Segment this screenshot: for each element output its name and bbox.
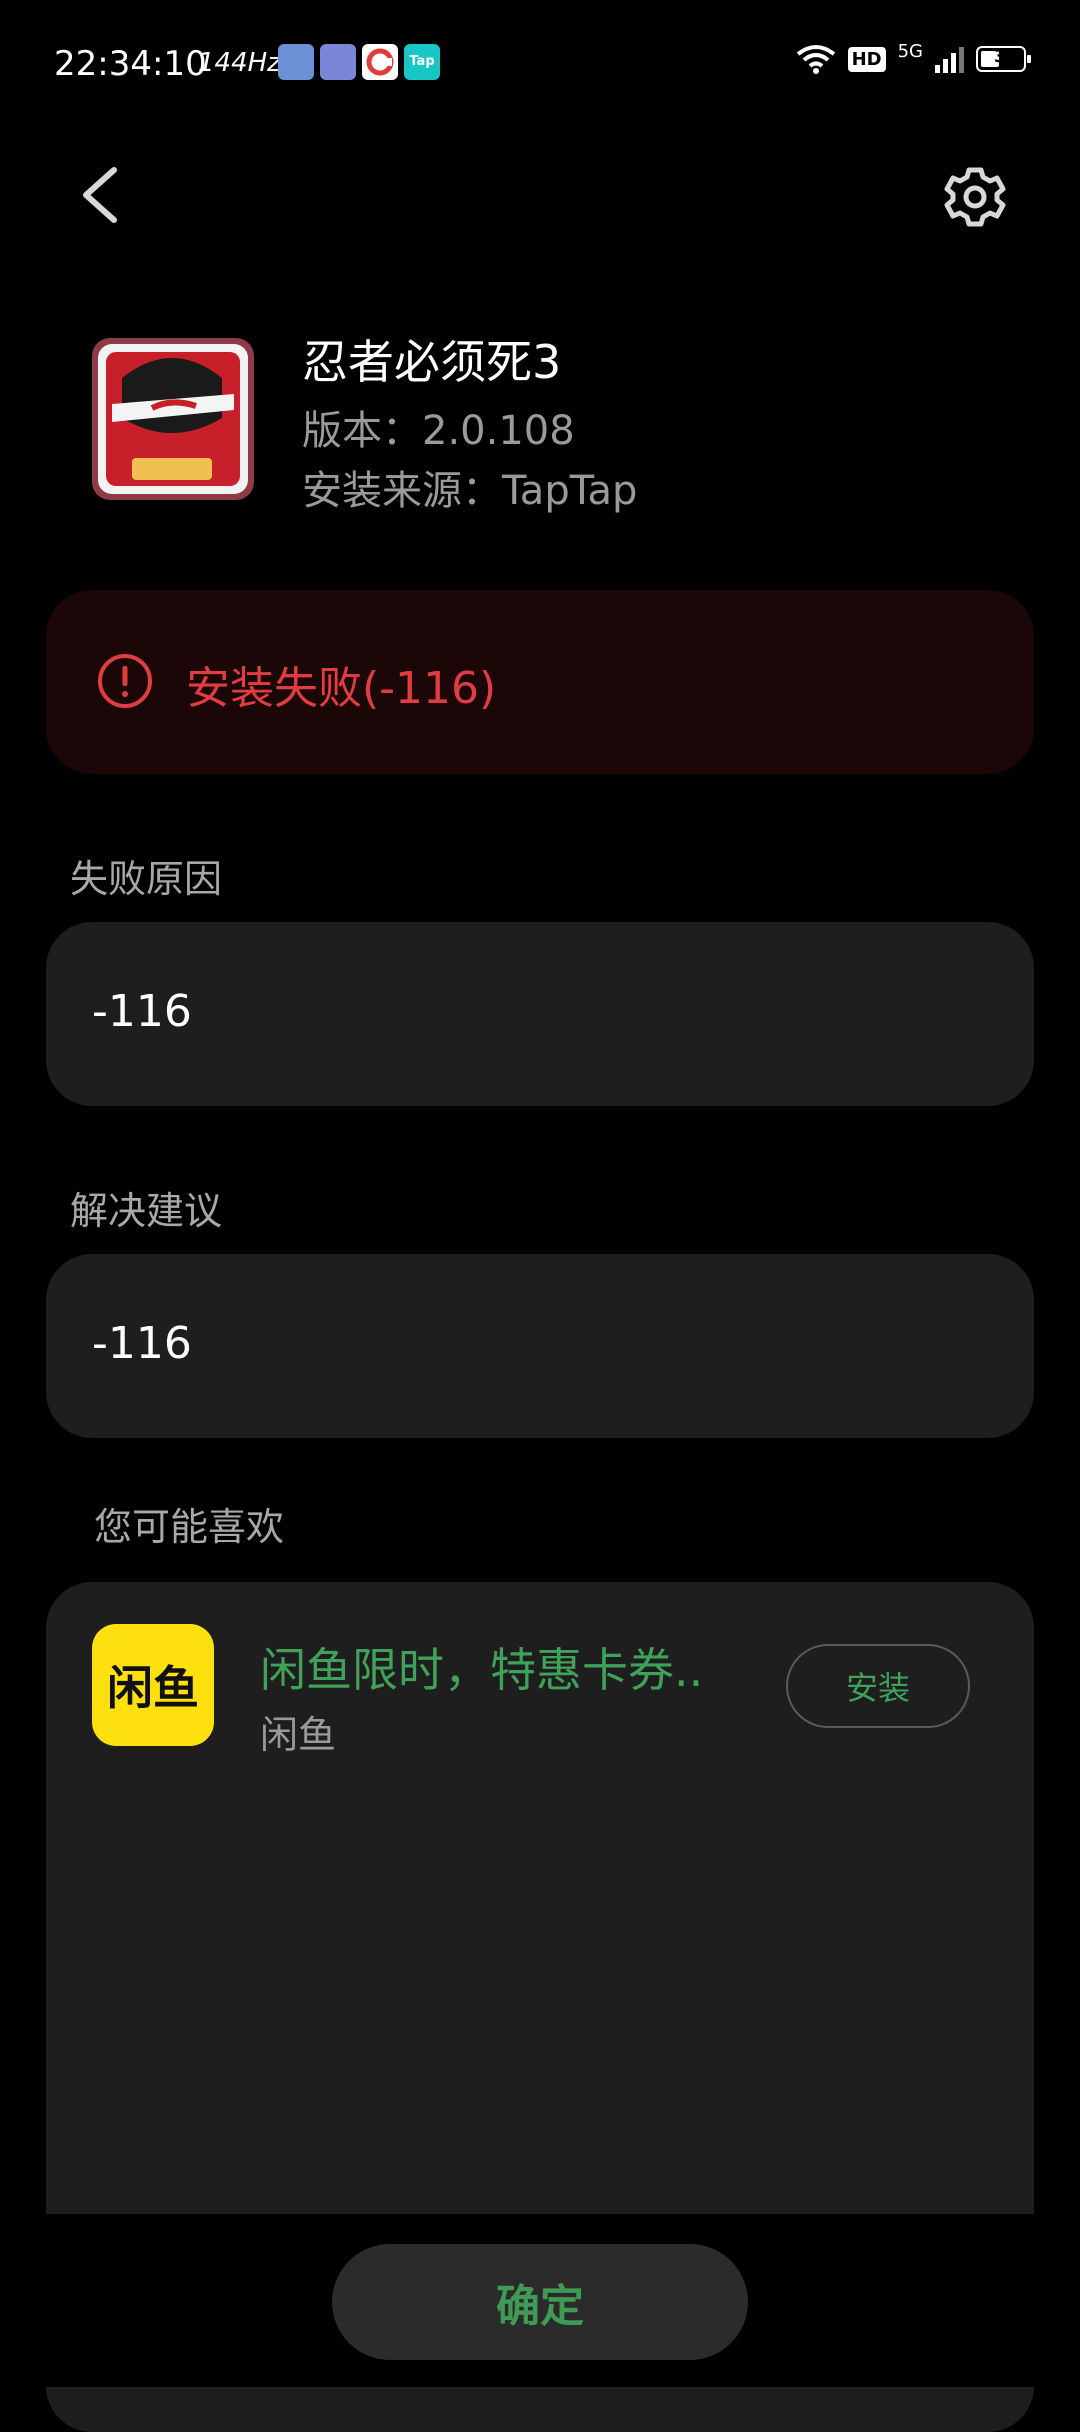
install-button[interactable]: 安装 bbox=[786, 1644, 970, 1728]
battery-level: 31 bbox=[994, 46, 1020, 67]
wifi-icon bbox=[796, 45, 835, 74]
status-indicators: HD 5G 31 bbox=[796, 40, 1031, 74]
suggestion-value: -116 bbox=[92, 1318, 192, 1369]
back-button[interactable] bbox=[70, 160, 130, 230]
cloud-app-icon bbox=[320, 44, 356, 80]
recommendation-label: 您可能喜欢 bbox=[94, 1505, 285, 1549]
status-bar: 22:34:10 144Hz Tap HD 5G 31 bbox=[0, 0, 1080, 120]
refresh-rate: 144Hz bbox=[198, 48, 281, 78]
error-message: 安装失败(-116) bbox=[186, 663, 497, 714]
battery-icon: 31 bbox=[976, 46, 1031, 72]
suggestion-box: -116 bbox=[46, 1254, 1034, 1438]
app-source: 安装来源：TapTap bbox=[302, 468, 638, 514]
app-icon bbox=[92, 338, 254, 500]
network-type: 5G bbox=[897, 40, 923, 62]
gallery-app-icon bbox=[278, 44, 314, 80]
app-version: 版本：2.0.108 bbox=[302, 408, 575, 454]
failure-reason-value: -116 bbox=[92, 986, 192, 1037]
failure-reason-box: -116 bbox=[46, 922, 1034, 1106]
error-banner: 安装失败(-116) bbox=[46, 590, 1034, 774]
gear-icon bbox=[944, 167, 1006, 227]
confirm-button[interactable]: 确定 bbox=[332, 2244, 748, 2360]
recommendation-title[interactable]: 闲鱼限时，特惠卡券.. bbox=[260, 1634, 703, 1700]
recommendation-app-name: 闲鱼 bbox=[260, 1713, 337, 1757]
suggestion-label: 解决建议 bbox=[70, 1189, 223, 1233]
hd-badge: HD bbox=[847, 46, 886, 72]
failure-reason-label: 失败原因 bbox=[70, 857, 223, 901]
c-app-icon bbox=[362, 44, 398, 80]
settings-button[interactable] bbox=[940, 162, 1010, 232]
signal-icon bbox=[935, 45, 964, 73]
status-time: 22:34:10 bbox=[54, 44, 207, 84]
xianyu-icon-text: 闲鱼 bbox=[107, 1661, 199, 1715]
taptap-app-icon: Tap bbox=[404, 44, 440, 80]
chevron-left-icon bbox=[83, 167, 117, 223]
alert-circle-icon bbox=[98, 654, 152, 708]
xianyu-app-icon[interactable]: 闲鱼 bbox=[92, 1624, 214, 1746]
app-name: 忍者必须死3 bbox=[302, 335, 562, 389]
